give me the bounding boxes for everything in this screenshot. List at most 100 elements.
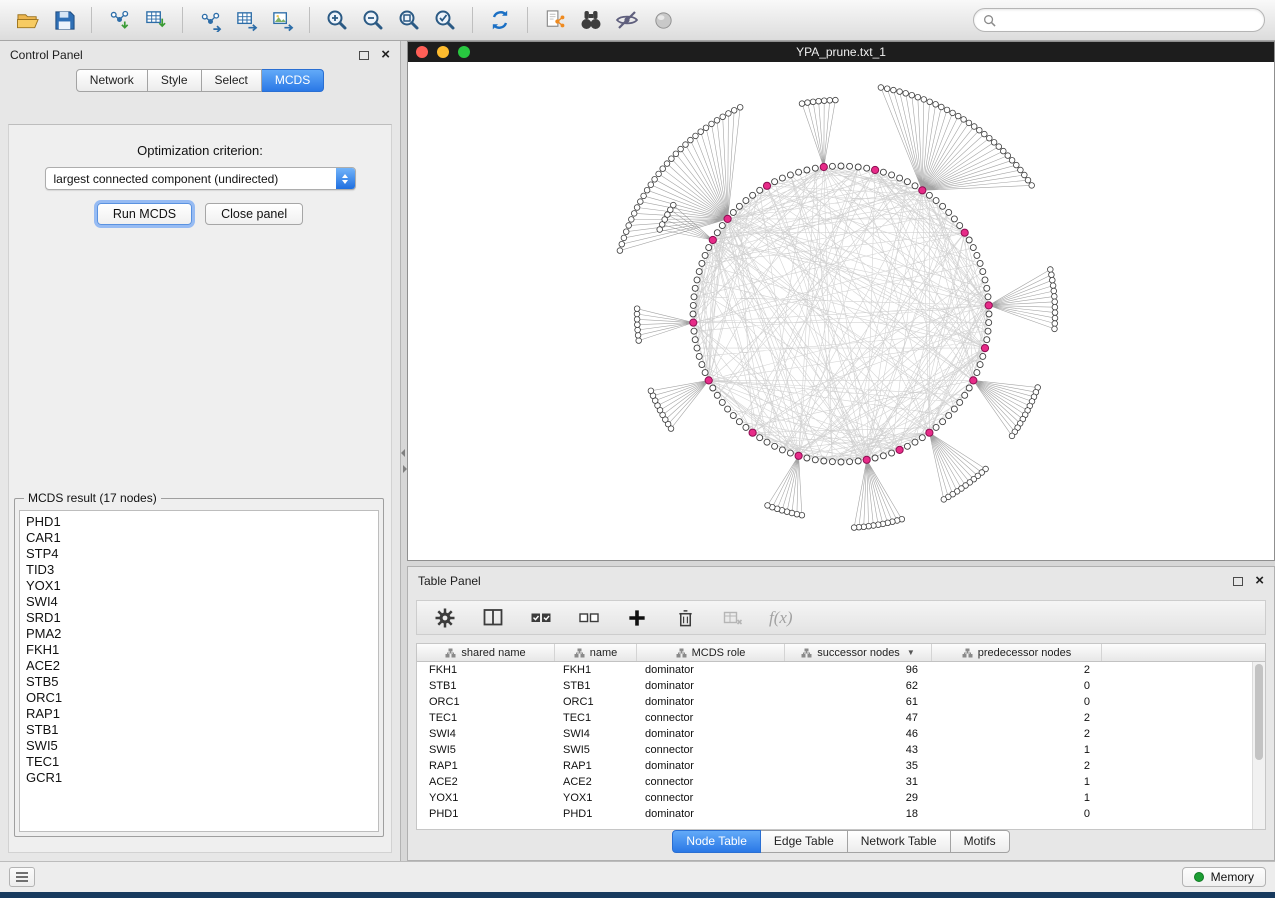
- table-row[interactable]: ORC1ORC1dominator610: [417, 694, 1252, 710]
- import-network-button[interactable]: [101, 4, 137, 36]
- table-row[interactable]: YOX1YOX1connector291: [417, 790, 1252, 806]
- float-window-icon[interactable]: [1233, 577, 1243, 586]
- table-cell[interactable]: ACE2: [555, 776, 637, 788]
- table-scrollbar[interactable]: [1252, 662, 1265, 829]
- table-cell[interactable]: FKH1: [555, 664, 637, 676]
- search-network-button[interactable]: [573, 4, 609, 36]
- table-cell[interactable]: connector: [637, 744, 785, 756]
- run-mcds-button[interactable]: Run MCDS: [97, 203, 192, 225]
- table-cell[interactable]: dominator: [637, 696, 785, 708]
- mcds-result-list[interactable]: PHD1CAR1STP4TID3YOX1SWI4SRD1PMA2FKH1ACE2…: [19, 510, 379, 832]
- table-cell[interactable]: 47: [785, 712, 932, 724]
- table-cell[interactable]: RAP1: [555, 760, 637, 772]
- table-cell[interactable]: dominator: [637, 680, 785, 692]
- mcds-result-item[interactable]: PMA2: [26, 626, 378, 642]
- tab-style[interactable]: Style: [148, 69, 202, 92]
- refresh-view-button[interactable]: [482, 4, 518, 36]
- float-window-icon[interactable]: [359, 51, 369, 60]
- table-cell[interactable]: SWI5: [555, 744, 637, 756]
- table-cell[interactable]: YOX1: [555, 792, 637, 804]
- tab-select[interactable]: Select: [202, 69, 262, 92]
- table-cell[interactable]: 2: [932, 712, 1102, 724]
- table-settings-button[interactable]: [433, 606, 457, 630]
- table-cell[interactable]: 61: [785, 696, 932, 708]
- network-graph[interactable]: [408, 62, 1274, 560]
- maximize-window-icon[interactable]: [458, 46, 470, 58]
- table-cell[interactable]: TEC1: [417, 712, 555, 724]
- delete-column-button[interactable]: [673, 606, 697, 630]
- collapse-left-icon[interactable]: [401, 449, 405, 457]
- mcds-result-item[interactable]: TEC1: [26, 754, 378, 770]
- table-cell[interactable]: connector: [637, 792, 785, 804]
- table-row[interactable]: SWI5SWI5connector431: [417, 742, 1252, 758]
- close-window-icon[interactable]: [416, 46, 428, 58]
- table-cell[interactable]: 43: [785, 744, 932, 756]
- tab-edge-table[interactable]: Edge Table: [761, 830, 848, 853]
- table-cell[interactable]: PHD1: [555, 808, 637, 820]
- open-session-button[interactable]: [10, 4, 46, 36]
- mcds-result-item[interactable]: STB1: [26, 722, 378, 738]
- table-cell[interactable]: ORC1: [417, 696, 555, 708]
- table-row[interactable]: RAP1RAP1dominator352: [417, 758, 1252, 774]
- add-column-button[interactable]: [625, 606, 649, 630]
- table-cell[interactable]: 0: [932, 696, 1102, 708]
- table-row[interactable]: PHD1PHD1dominator180: [417, 806, 1252, 822]
- table-cell[interactable]: 29: [785, 792, 932, 804]
- table-cell[interactable]: 18: [785, 808, 932, 820]
- tab-node-table[interactable]: Node Table: [672, 830, 761, 853]
- mcds-result-item[interactable]: SWI5: [26, 738, 378, 754]
- column-header-successor-nodes[interactable]: successor nodes ▼: [785, 644, 932, 661]
- table-row[interactable]: ACE2ACE2connector311: [417, 774, 1252, 790]
- scrollbar-thumb[interactable]: [1255, 664, 1263, 760]
- table-cell[interactable]: FKH1: [417, 664, 555, 676]
- mcds-result-item[interactable]: GCR1: [26, 770, 378, 786]
- table-cell[interactable]: 2: [932, 664, 1102, 676]
- table-row[interactable]: FKH1FKH1dominator962: [417, 662, 1252, 678]
- export-network-button[interactable]: [192, 4, 228, 36]
- table-cell[interactable]: dominator: [637, 808, 785, 820]
- zoom-out-button[interactable]: [355, 4, 391, 36]
- network-window-titlebar[interactable]: YPA_prune.txt_1: [408, 42, 1274, 62]
- column-header-predecessor-nodes[interactable]: predecessor nodes: [932, 644, 1102, 661]
- table-cell[interactable]: 1: [932, 792, 1102, 804]
- table-cell[interactable]: ACE2: [417, 776, 555, 788]
- optimization-criterion-dropdown[interactable]: largest connected component (undirected): [45, 167, 356, 190]
- mcds-result-item[interactable]: ACE2: [26, 658, 378, 674]
- mcds-result-item[interactable]: FKH1: [26, 642, 378, 658]
- close-panel-icon[interactable]: ×: [381, 50, 390, 60]
- table-cell[interactable]: 35: [785, 760, 932, 772]
- minimize-window-icon[interactable]: [437, 46, 449, 58]
- table-cell[interactable]: 2: [932, 728, 1102, 740]
- table-cell[interactable]: PHD1: [417, 808, 555, 820]
- mcds-result-item[interactable]: TID3: [26, 562, 378, 578]
- table-row[interactable]: TEC1TEC1connector472: [417, 710, 1252, 726]
- close-panel-button[interactable]: Close panel: [205, 203, 303, 225]
- table-cell[interactable]: 1: [932, 744, 1102, 756]
- export-image-button[interactable]: [264, 4, 300, 36]
- column-header-mcds-role[interactable]: MCDS role: [637, 644, 785, 661]
- table-row[interactable]: SWI4SWI4dominator462: [417, 726, 1252, 742]
- network-canvas[interactable]: [408, 62, 1274, 560]
- table-cell[interactable]: SWI5: [417, 744, 555, 756]
- table-cell[interactable]: 62: [785, 680, 932, 692]
- table-row[interactable]: STB1STB1dominator620: [417, 678, 1252, 694]
- column-header-shared-name[interactable]: shared name: [417, 644, 555, 661]
- table-cell[interactable]: 0: [932, 680, 1102, 692]
- dropdown-stepper-icon[interactable]: [336, 168, 355, 189]
- zoom-fit-button[interactable]: [427, 4, 463, 36]
- table-cell[interactable]: ORC1: [555, 696, 637, 708]
- table-cell[interactable]: dominator: [637, 728, 785, 740]
- mcds-result-item[interactable]: STP4: [26, 546, 378, 562]
- import-table-button[interactable]: [137, 4, 173, 36]
- show-graphics-button[interactable]: [645, 4, 681, 36]
- column-header-name[interactable]: name: [555, 644, 637, 661]
- tab-motifs[interactable]: Motifs: [951, 830, 1010, 853]
- tab-network-table[interactable]: Network Table: [848, 830, 951, 853]
- table-cell[interactable]: STB1: [417, 680, 555, 692]
- table-cell[interactable]: 1: [932, 776, 1102, 788]
- hide-graphics-button[interactable]: [609, 4, 645, 36]
- table-cell[interactable]: 96: [785, 664, 932, 676]
- mcds-result-item[interactable]: PHD1: [26, 514, 378, 530]
- table-cell[interactable]: RAP1: [417, 760, 555, 772]
- split-panel-button[interactable]: [481, 606, 505, 630]
